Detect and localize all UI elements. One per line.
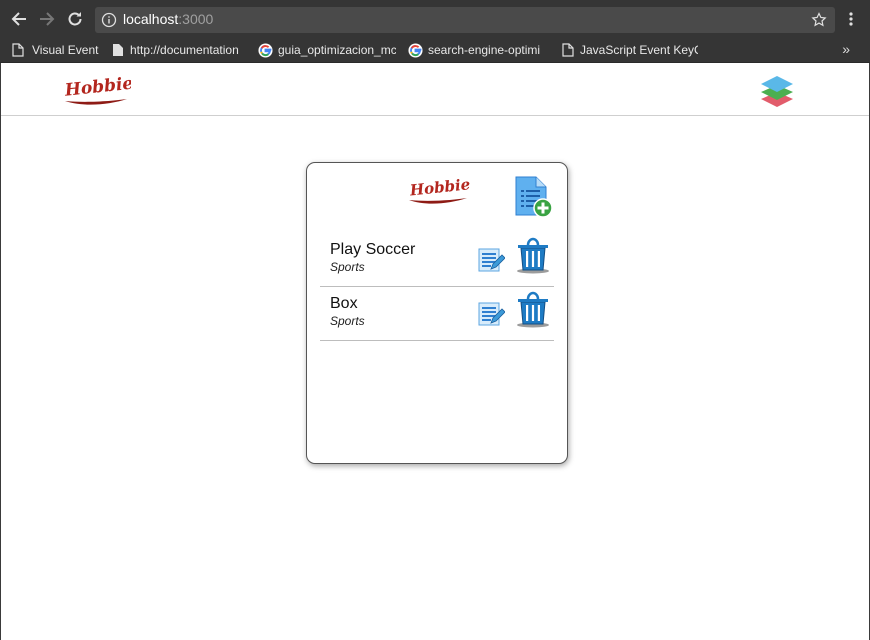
kebab-menu-icon	[849, 12, 853, 26]
card-logo: Hobbies	[406, 172, 480, 211]
url-port: :3000	[178, 11, 214, 27]
delete-hobby-button[interactable]	[514, 236, 552, 279]
bookmark-item[interactable]: http://documentation	[112, 40, 246, 60]
hobbies-logo[interactable]: Hobbies	[61, 71, 144, 112]
reload-button[interactable]	[64, 8, 86, 30]
layers-button[interactable]	[759, 72, 795, 108]
bookmark-item[interactable]: guia_optimizacion_mc	[258, 40, 396, 60]
bookmark-item[interactable]: search-engine-optimi	[408, 40, 548, 60]
svg-text:Hobbies: Hobbies	[63, 73, 131, 101]
bookmark-label: JavaScript Event KeyC	[580, 43, 698, 57]
page-icon	[12, 43, 24, 57]
page-icon	[113, 44, 123, 56]
hobbies-card: Hobbies Play Soccer Sports Box Sports	[306, 162, 568, 464]
hobby-category: Sports	[330, 314, 365, 328]
google-icon	[258, 42, 273, 58]
edit-icon	[478, 248, 506, 272]
google-icon	[408, 42, 423, 58]
app-header: Hobbies	[1, 63, 869, 116]
hobby-category: Sports	[330, 260, 365, 274]
bookmark-label: http://documentation	[130, 43, 239, 57]
back-arrow-icon	[11, 12, 26, 26]
hobby-row[interactable]: Play Soccer Sports	[320, 233, 554, 287]
back-button[interactable]	[8, 8, 30, 30]
edit-hobby-button[interactable]	[477, 301, 506, 332]
hobby-name: Box	[330, 295, 358, 312]
page: Hobbies Hobbies Play Soccer Sports Box S…	[0, 63, 870, 640]
bookmark-label: guia_optimizacion_mc	[278, 43, 396, 57]
logo-image: Hobbies	[63, 73, 144, 105]
more-bookmarks-button[interactable]: »	[842, 41, 850, 57]
bookmark-label: Visual Event	[32, 43, 99, 57]
hobby-name: Play Soccer	[330, 241, 416, 258]
url-host: localhost	[123, 11, 179, 27]
bookmarks-bar: Visual Event http://documentation guia_o…	[0, 38, 870, 63]
bookmark-star-icon[interactable]	[811, 12, 827, 28]
bookmark-item[interactable]: JavaScript Event KeyC	[562, 40, 698, 60]
browser-toolbar: localhost:3000	[0, 0, 870, 38]
edit-hobby-button[interactable]	[477, 247, 506, 278]
url-text[interactable]: localhost:3000	[123, 11, 213, 27]
bookmark-item[interactable]: Visual Event	[12, 40, 104, 60]
add-hobby-button[interactable]	[514, 175, 554, 224]
menu-button[interactable]	[847, 10, 855, 28]
info-icon[interactable]	[101, 12, 117, 28]
delete-hobby-button[interactable]	[514, 290, 552, 333]
edit-icon	[478, 302, 506, 326]
add-document-icon	[515, 176, 553, 218]
forward-arrow-icon	[40, 12, 55, 26]
trash-icon	[517, 237, 549, 274]
reload-icon	[68, 12, 82, 26]
bookmark-label: search-engine-optimi	[428, 43, 541, 57]
forward-button[interactable]	[36, 8, 58, 30]
layers-icon	[761, 76, 793, 107]
address-bar[interactable]: localhost:3000	[95, 7, 835, 33]
hobby-row[interactable]: Box Sports	[320, 287, 554, 341]
trash-icon	[517, 291, 549, 328]
page-icon	[562, 43, 574, 57]
logo-image: Hobbies	[408, 174, 480, 204]
svg-text:Hobbies: Hobbies	[408, 174, 470, 199]
